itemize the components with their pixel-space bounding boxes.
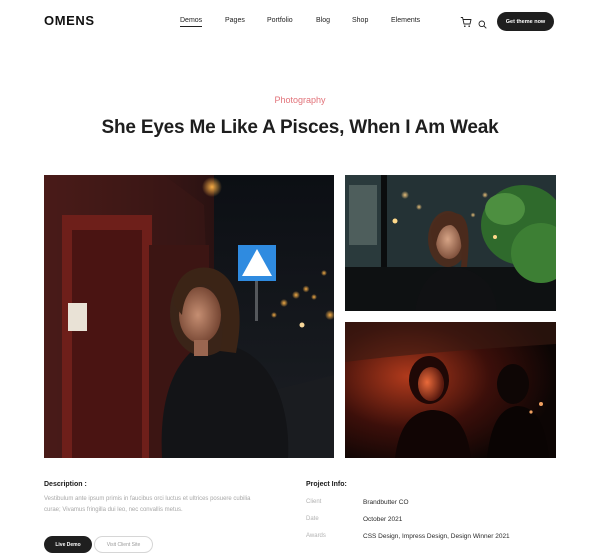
night-street-photo: [44, 175, 334, 458]
nav-item-pages[interactable]: Pages: [225, 17, 245, 24]
nav-item-demos[interactable]: Demos: [180, 17, 203, 27]
cart-icon[interactable]: [460, 15, 472, 27]
project-photo-top-right[interactable]: [345, 175, 556, 311]
live-demo-button[interactable]: Live Demo: [44, 536, 92, 553]
info-row-awards: Awards CSS Design, Impress Design, Desig…: [306, 533, 566, 543]
info-row-client: Client Brandbutter CO: [306, 499, 566, 509]
info-value: October 2021: [363, 516, 403, 523]
info-value: CSS Design, Impress Design, Design Winne…: [363, 533, 510, 540]
nav-item-blog[interactable]: Blog: [316, 17, 330, 24]
get-theme-button[interactable]: Get theme now: [497, 12, 554, 31]
car-interior-photo: [345, 322, 556, 458]
info-row-date: Date October 2021: [306, 516, 566, 526]
cafe-window-photo: [345, 175, 556, 311]
nav-item-shop[interactable]: Shop: [352, 17, 368, 24]
info-key: Awards: [306, 533, 326, 539]
description-text: Vestibulum ante ipsum primis in faucibus…: [44, 496, 251, 513]
site-header: OMENS Demos Pages Portfolio Blog Shop El…: [0, 0, 600, 44]
project-info-label: Project Info:: [306, 481, 347, 488]
project-photo-main[interactable]: [44, 175, 334, 458]
info-key: Date: [306, 516, 319, 522]
project-photo-bottom-right[interactable]: [345, 322, 556, 458]
nav-item-portfolio[interactable]: Portfolio: [267, 17, 293, 24]
description-label: Description :: [44, 481, 87, 488]
search-icon[interactable]: [478, 16, 487, 29]
nav-item-elements[interactable]: Elements: [391, 17, 420, 24]
info-key: Client: [306, 499, 322, 505]
project-category[interactable]: Photography: [0, 95, 600, 105]
visit-client-site-button[interactable]: Visit Client Site: [94, 536, 153, 553]
info-value: Brandbutter CO: [363, 499, 409, 506]
project-title: She Eyes Me Like A Pisces, When I Am Wea…: [101, 117, 499, 138]
